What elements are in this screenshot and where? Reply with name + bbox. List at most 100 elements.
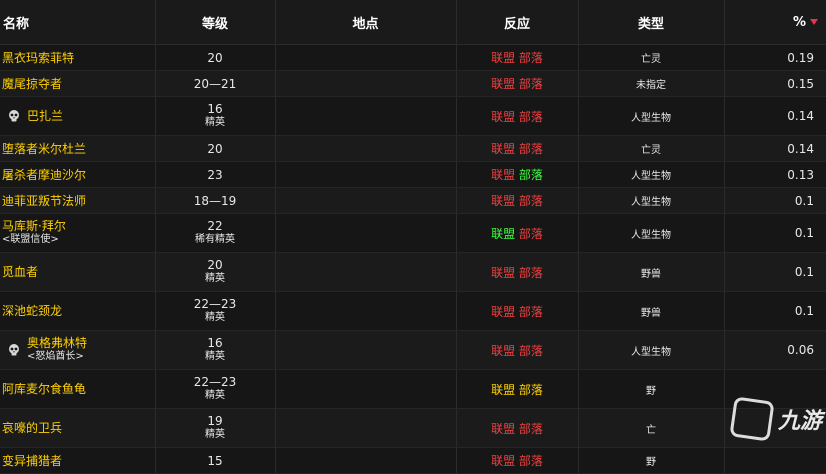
npc-reaction-cell: 联盟 部落 (456, 213, 579, 253)
npc-type: 亡 (646, 424, 656, 436)
npc-name-cell[interactable]: 阿库麦尔食鱼龟 (0, 369, 156, 409)
npc-percent: 0.19 (787, 50, 814, 65)
table-row[interactable]: 变异捕猎者 15 联盟 部落 野 (0, 447, 826, 474)
reaction-horde: 部落 (518, 168, 543, 182)
npc-type: 野兽 (641, 268, 661, 280)
npc-type: 亡灵 (641, 145, 661, 156)
table-row[interactable]: 黑衣玛索菲特 20 联盟 部落 亡灵 0.19 (0, 44, 826, 71)
npc-type: 人型生物 (631, 229, 671, 241)
npc-level-cell: 16 精英 (155, 96, 276, 136)
npc-name-cell[interactable]: 黑衣玛索菲特 (0, 44, 156, 71)
reaction-alliance: 联盟 (491, 265, 516, 280)
npc-name-cell[interactable]: 变异捕猎者 (0, 447, 156, 474)
npc-name-cell[interactable]: 觅血者 (0, 252, 156, 292)
npc-name-cell[interactable]: 哀嚎的卫兵 (0, 408, 156, 448)
npc-level: 20—21 (193, 76, 237, 91)
npc-name-cell[interactable]: 深池蛇颈龙 (0, 291, 156, 331)
column-header-level[interactable]: 等级 (155, 0, 276, 45)
column-header-reaction[interactable]: 反应 (456, 0, 579, 45)
npc-percent-cell: 0.1 (724, 252, 826, 292)
npc-reaction-cell: 联盟 部落 (456, 96, 579, 136)
column-header-location[interactable]: 地点 (275, 0, 457, 45)
npc-type-cell: 未指定 (578, 70, 725, 97)
reaction-horde: 部落 (518, 226, 543, 241)
npc-location-cell (275, 213, 457, 253)
table-row[interactable]: 阿库麦尔食鱼龟 22—23 精英 联盟 部落 野 (0, 369, 826, 409)
table-row[interactable]: 奥格弗林特 <怒焰酋长> 16 精英 联盟 部落 人型生物 0.06 (0, 330, 826, 370)
column-header-name[interactable]: 名称 (0, 0, 156, 45)
npc-name-link[interactable]: 变异捕猎者 (2, 454, 62, 468)
npc-name-cell[interactable]: 堕落者米尔杜兰 (0, 135, 156, 162)
npc-name-link[interactable]: 黑衣玛索菲特 (2, 51, 74, 65)
table-row[interactable]: 觅血者 20 精英 联盟 部落 野兽 0.1 (0, 252, 826, 292)
npc-level-cell: 16 精英 (155, 330, 276, 370)
reaction-alliance: 联盟 (491, 304, 516, 319)
skull-icon (7, 109, 21, 123)
reaction-alliance: 联盟 (491, 454, 516, 468)
npc-location-cell (275, 447, 457, 474)
npc-name-link[interactable]: 马库斯·拜尔 (2, 219, 66, 233)
npc-reaction-cell: 联盟 部落 (456, 447, 579, 474)
reaction-alliance: 联盟 (491, 382, 516, 397)
reaction-alliance: 联盟 (491, 142, 516, 156)
npc-percent: 0.14 (787, 141, 814, 156)
npc-reaction-cell: 联盟 部落 (456, 70, 579, 97)
npc-percent-cell (724, 408, 826, 448)
npc-level: 19 (207, 414, 223, 428)
npc-name-link[interactable]: 觅血者 (2, 265, 38, 279)
table-row[interactable]: 屠杀者摩迪沙尔 23 联盟 部落 人型生物 0.13 (0, 161, 826, 188)
skull-icon (7, 343, 21, 357)
column-header-type[interactable]: 类型 (578, 0, 725, 45)
npc-name-link[interactable]: 深池蛇颈龙 (2, 304, 62, 318)
npc-reaction-cell: 联盟 部落 (456, 135, 579, 162)
npc-name-cell[interactable]: 迪菲亚叛节法师 (0, 187, 156, 214)
npc-level: 22—23 (193, 375, 237, 389)
table-row[interactable]: 堕落者米尔杜兰 20 联盟 部落 亡灵 0.14 (0, 135, 826, 162)
npc-type: 野 (646, 457, 656, 468)
reaction-horde: 部落 (518, 421, 543, 436)
npc-percent: 0.1 (794, 265, 814, 279)
npc-name-link[interactable]: 阿库麦尔食鱼龟 (2, 382, 86, 396)
npc-name-cell[interactable]: 魔尾掠夺者 (0, 70, 156, 97)
table-row[interactable]: 哀嚎的卫兵 19 精英 联盟 部落 亡 (0, 408, 826, 448)
npc-classification: 精英 (205, 429, 225, 440)
npc-percent-cell: 0.1 (724, 213, 826, 253)
npc-percent: 0.14 (787, 109, 814, 123)
table-row[interactable]: 马库斯·拜尔 <联盟信使> 22 稀有精英 联盟 部落 人型生物 0.1 (0, 213, 826, 253)
npc-location-cell (275, 187, 457, 214)
npc-name-link[interactable]: 堕落者米尔杜兰 (2, 142, 86, 156)
npc-name-cell[interactable]: 马库斯·拜尔 <联盟信使> (0, 213, 156, 253)
npc-type-cell: 野 (578, 369, 725, 409)
table-row[interactable]: 迪菲亚叛节法师 18—19 联盟 部落 人型生物 0.1 (0, 187, 826, 214)
npc-reaction-cell: 联盟 部落 (456, 408, 579, 448)
npc-name-link[interactable]: 奥格弗林特 (27, 336, 87, 350)
table-row[interactable]: 魔尾掠夺者 20—21 联盟 部落 未指定 0.15 (0, 70, 826, 97)
table-row[interactable]: 深池蛇颈龙 22—23 精英 联盟 部落 野兽 0.1 (0, 291, 826, 331)
npc-location-cell (275, 135, 457, 162)
npc-classification: 稀有精英 (195, 234, 235, 245)
npc-name-link[interactable]: 迪菲亚叛节法师 (2, 194, 86, 208)
npc-classification: 精英 (205, 351, 225, 362)
npc-name-cell[interactable]: 奥格弗林特 <怒焰酋长> (0, 330, 156, 370)
npc-name-link[interactable]: 巴扎兰 (27, 109, 63, 123)
npc-level-cell: 19 精英 (155, 408, 276, 448)
npc-classification: 精英 (205, 312, 225, 323)
npc-location-cell (275, 70, 457, 97)
npc-level: 22 (207, 219, 223, 233)
reaction-horde: 部落 (518, 382, 543, 397)
reaction-horde: 部落 (518, 343, 543, 358)
npc-name-link[interactable]: 魔尾掠夺者 (2, 77, 62, 91)
npc-name-cell[interactable]: 巴扎兰 (0, 96, 156, 136)
npc-type: 人型生物 (631, 112, 671, 124)
npc-level-cell: 20 (155, 135, 276, 162)
npc-percent: 0.06 (787, 343, 814, 357)
reaction-alliance: 联盟 (491, 421, 516, 436)
npc-name-link[interactable]: 哀嚎的卫兵 (2, 421, 62, 435)
npc-name-cell[interactable]: 屠杀者摩迪沙尔 (0, 161, 156, 188)
npc-location-cell (275, 96, 457, 136)
npc-type-cell: 人型生物 (578, 213, 725, 253)
column-header-percent[interactable]: % (724, 0, 826, 45)
table-row[interactable]: 巴扎兰 16 精英 联盟 部落 人型生物 0.14 (0, 96, 826, 136)
npc-name-link[interactable]: 屠杀者摩迪沙尔 (2, 168, 86, 182)
npc-classification: 精英 (205, 117, 225, 128)
